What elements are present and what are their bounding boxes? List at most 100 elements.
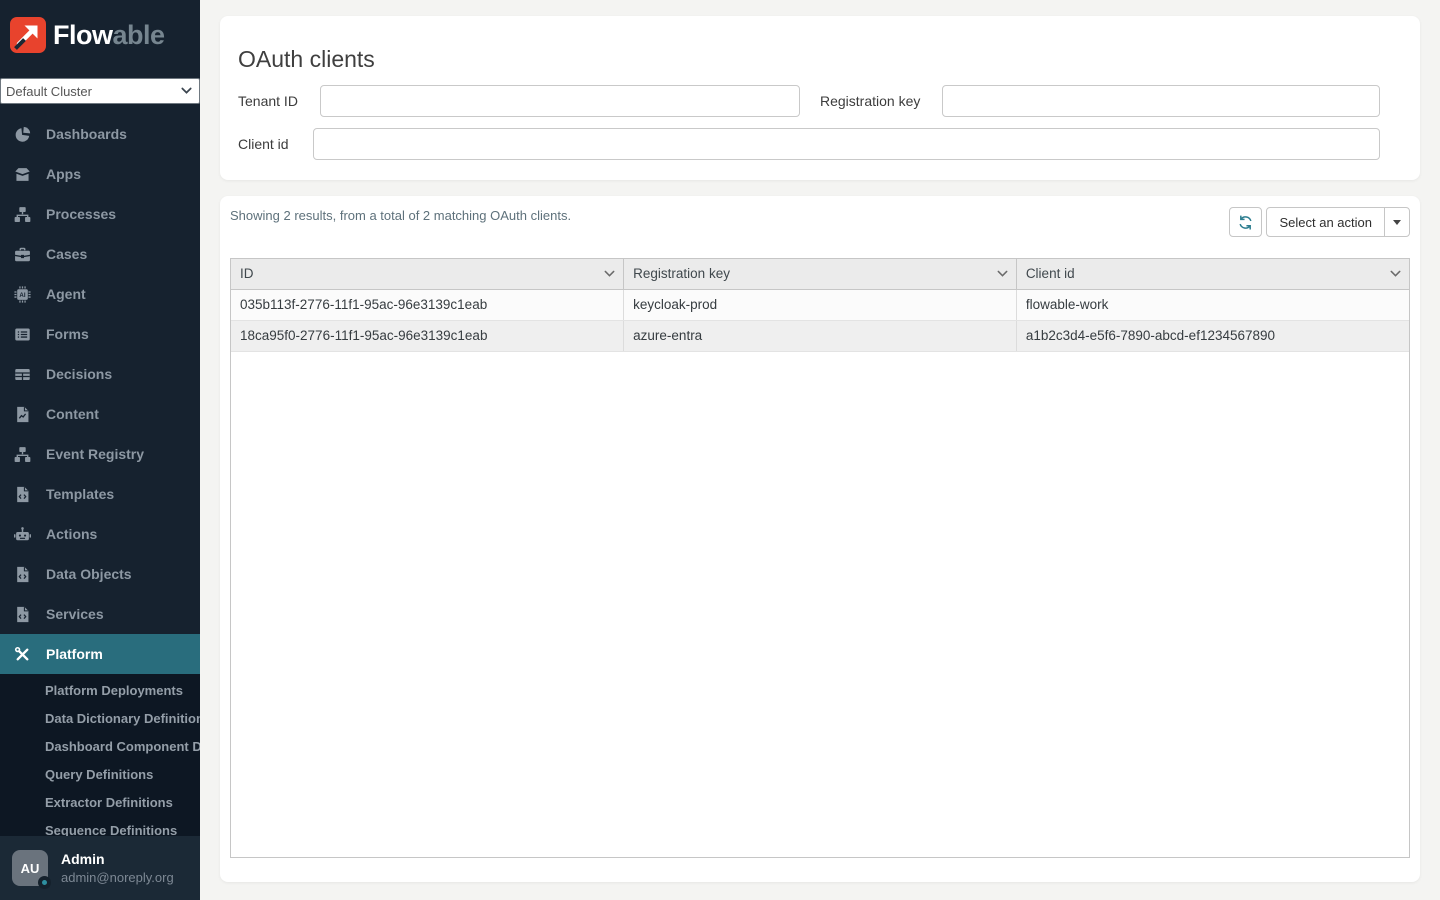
sidebar-item-label: Templates xyxy=(46,486,115,502)
sidebar-item-dashboards[interactable]: Dashboards xyxy=(0,114,200,154)
tenant-id-input[interactable] xyxy=(320,85,800,117)
cluster-select-wrap: Default Cluster xyxy=(0,78,200,104)
sidebar-item-processes[interactable]: Processes xyxy=(0,194,200,234)
client-id-input[interactable] xyxy=(313,128,1380,160)
sidebar-item-label: Dashboards xyxy=(46,126,127,142)
sidebar-item-label: Processes xyxy=(46,206,117,222)
sidebar-item-apps[interactable]: Apps xyxy=(0,154,200,194)
submenu-item-query-definitions[interactable]: Query Definitions xyxy=(0,761,200,789)
results-card: Showing 2 results, from a total of 2 mat… xyxy=(220,196,1420,882)
file-code-icon xyxy=(17,566,29,582)
table-cell: keycloak-prod xyxy=(623,289,1017,321)
table-cell: flowable-work xyxy=(1016,289,1409,321)
file-code-icon xyxy=(17,486,29,502)
status-dot xyxy=(38,876,51,889)
column-header-client-id[interactable]: Client id xyxy=(1016,259,1409,290)
submenu-item-platform-deployments[interactable]: Platform Deployments xyxy=(0,677,200,705)
sidebar-item-agent[interactable]: AI Agent xyxy=(0,274,200,314)
submenu-item-label: Platform Deployments xyxy=(45,683,183,698)
sidebar-item-templates[interactable]: Templates xyxy=(0,474,200,514)
action-dropdown-toggle[interactable] xyxy=(1384,207,1410,237)
tools-icon xyxy=(14,646,29,660)
submenu-item-label: Data Dictionary Definitions xyxy=(45,711,200,726)
sidebar-item-label: Forms xyxy=(46,326,89,342)
refresh-icon xyxy=(1239,215,1253,229)
chevron-down-icon xyxy=(997,270,1008,277)
sidebar-item-label: Services xyxy=(46,606,104,622)
submenu-item-label: Extractor Definitions xyxy=(45,795,173,810)
sitemap-icon xyxy=(14,446,31,462)
submenu-item-dashboard-component-definitions[interactable]: Dashboard Component Definitions xyxy=(0,733,200,761)
sidebar-item-label: Content xyxy=(46,406,99,422)
registration-key-label: Registration key xyxy=(820,93,921,109)
sidebar-item-decisions[interactable]: Decisions xyxy=(0,354,200,394)
user-email: admin@noreply.org xyxy=(61,870,174,885)
refresh-button[interactable] xyxy=(1229,207,1263,237)
sidebar-item-data-objects[interactable]: Data Objects xyxy=(0,554,200,594)
sidebar-item-label: Event Registry xyxy=(46,446,145,462)
table-icon xyxy=(15,368,30,380)
table-cell: 035b113f-2776-11f1-95ac-96e3139c1eab xyxy=(231,289,625,321)
sidebar: Flowable Default Cluster Dashboards Apps P… xyxy=(0,0,200,900)
registration-key-input[interactable] xyxy=(942,85,1380,117)
column-header-label: Client id xyxy=(1025,266,1075,282)
column-header-id[interactable]: ID xyxy=(231,259,625,290)
sidebar-item-label: Apps xyxy=(46,166,81,182)
sidebar-item-platform[interactable]: Platform xyxy=(0,634,200,674)
avatar-initials: AU xyxy=(20,860,40,876)
sidebar-item-services[interactable]: Services xyxy=(0,594,200,634)
user-panel[interactable]: AU Admin admin@noreply.org xyxy=(0,836,200,900)
chart-pie-icon xyxy=(15,126,31,142)
submenu-item-label: Dashboard Component Definitions xyxy=(45,739,200,754)
briefcase-icon xyxy=(15,247,30,261)
sidebar-item-forms[interactable]: Forms xyxy=(0,314,200,354)
main-content: OAuth clients Tenant ID Registration key… xyxy=(200,0,1440,900)
chevron-down-icon xyxy=(1390,270,1401,277)
user-name: Admin xyxy=(61,851,105,867)
box-open-icon xyxy=(15,167,30,181)
tenant-id-label: Tenant ID xyxy=(238,93,298,109)
table-cell: azure-entra xyxy=(623,320,1017,352)
chevron-down-icon xyxy=(604,270,615,277)
list-alt-icon xyxy=(15,328,30,340)
select-action-button[interactable]: Select an action xyxy=(1266,207,1385,237)
column-header-registration-key[interactable]: Registration key xyxy=(623,259,1017,290)
sidebar-item-label: Agent xyxy=(46,286,86,302)
flowable-logo: Flowable xyxy=(0,0,200,53)
avatar: AU xyxy=(12,850,51,889)
table-cell: 18ca95f0-2776-11f1-95ac-96e3139c1eab xyxy=(231,320,625,352)
cluster-select[interactable]: Default Cluster xyxy=(0,78,200,104)
sidebar-item-label: Cases xyxy=(46,246,88,262)
sidebar-item-label: Data Objects xyxy=(46,566,132,582)
table-row[interactable]: 035b113f-2776-11f1-95ac-96e3139c1eab keyc… xyxy=(231,289,1409,321)
client-id-label: Client id xyxy=(238,136,289,152)
table-row[interactable]: 18ca95f0-2776-11f1-95ac-96e3139c1eab azur… xyxy=(231,320,1409,352)
robot-icon xyxy=(14,526,31,540)
flowable-wordmark: Flowable xyxy=(53,20,165,50)
ai-chip-icon: AI xyxy=(14,285,31,303)
table-cell: a1b2c3d4-e5f6-7890-abcd-ef1234567890 xyxy=(1016,320,1409,352)
action-split-button: Select an action xyxy=(1266,207,1410,237)
file-chart-icon xyxy=(17,406,29,422)
results-summary: Showing 2 results, from a total of 2 mat… xyxy=(230,208,572,223)
sidebar-item-cases[interactable]: Cases xyxy=(0,234,200,274)
submenu-item-data-dictionary-definitions[interactable]: Data Dictionary Definitions xyxy=(0,705,200,733)
sidebar-item-actions[interactable]: Actions xyxy=(0,514,200,554)
sidebar-item-label: Decisions xyxy=(46,366,113,382)
user-meta: Admin admin@noreply.org xyxy=(61,851,174,885)
flowable-logo-icon xyxy=(10,17,46,53)
file-code-icon xyxy=(17,606,29,622)
sidebar-item-event-registry[interactable]: Event Registry xyxy=(0,434,200,474)
column-header-label: Registration key xyxy=(633,266,730,282)
caret-down-icon xyxy=(1393,219,1401,225)
svg-text:AI: AI xyxy=(19,291,25,298)
table-actions: Select an action xyxy=(1229,207,1410,237)
sitemap-icon xyxy=(14,206,31,222)
sidebar-item-content[interactable]: Content xyxy=(0,394,200,434)
page-title: OAuth clients xyxy=(238,46,375,72)
sidebar-item-label: Actions xyxy=(46,526,98,542)
filter-card: OAuth clients Tenant ID Registration key… xyxy=(220,16,1420,180)
submenu-item-label: Query Definitions xyxy=(45,767,154,782)
submenu-item-extractor-definitions[interactable]: Extractor Definitions xyxy=(0,789,200,817)
sidebar-item-label: Platform xyxy=(46,646,103,662)
